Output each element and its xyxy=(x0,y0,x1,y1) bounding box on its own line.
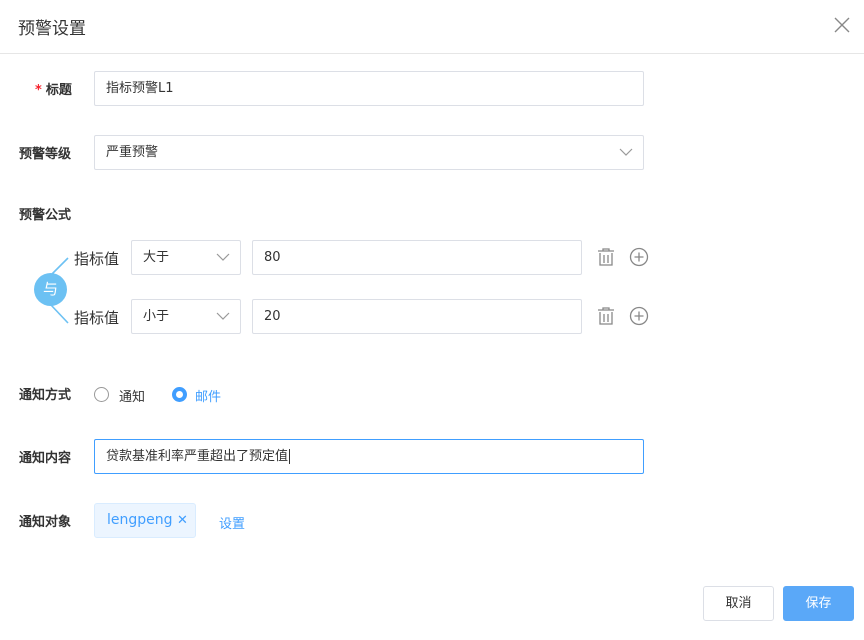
target-tag: lengpeng ✕ xyxy=(94,503,196,538)
notify-content-label: 通知内容 xyxy=(19,451,72,466)
required-mark: * xyxy=(35,83,42,98)
text-caret xyxy=(289,449,291,464)
notify-method-label: 通知方式 xyxy=(19,388,72,403)
warning-settings-dialog: 预警设置 * 标题 指标预警L1 预警等级 严重预警 预警公式 与 指标值 大于 … xyxy=(0,0,864,640)
dialog-header: 预警设置 xyxy=(0,0,864,54)
trash-icon[interactable] xyxy=(596,306,616,326)
target-tag-text: lengpeng xyxy=(107,512,173,528)
condition-2-operator-select[interactable]: 小于 xyxy=(131,299,241,334)
condition-2-value: 20 xyxy=(264,309,281,324)
condition-1-value: 80 xyxy=(264,250,281,265)
title-field-label: * 标题 xyxy=(35,79,72,98)
level-select[interactable]: 严重预警 xyxy=(94,135,644,170)
chevron-down-icon xyxy=(216,253,230,261)
close-icon[interactable] xyxy=(832,15,852,35)
title-input[interactable]: 指标预警L1 xyxy=(94,71,644,106)
dialog-title: 预警设置 xyxy=(18,19,86,39)
title-label-text: 标题 xyxy=(45,83,72,98)
chevron-down-icon xyxy=(619,148,633,156)
title-input-value: 指标预警L1 xyxy=(106,81,174,96)
set-target-link[interactable]: 设置 xyxy=(219,513,245,532)
condition-2-label: 指标值 xyxy=(74,309,120,327)
tag-close-icon[interactable]: ✕ xyxy=(177,504,188,537)
trash-icon[interactable] xyxy=(596,247,616,267)
condition-1-operator-select[interactable]: 大于 xyxy=(131,240,241,275)
notify-content-input[interactable]: 贷款基准利率严重超出了预定值 xyxy=(94,439,644,474)
radio-notice-label[interactable]: 通知 xyxy=(119,386,145,405)
add-circle-icon[interactable] xyxy=(629,306,649,326)
condition-1-value-input[interactable]: 80 xyxy=(252,240,582,275)
radio-notice[interactable] xyxy=(94,387,109,402)
radio-email[interactable] xyxy=(172,387,187,402)
cancel-button[interactable]: 取消 xyxy=(703,586,774,621)
formula-label: 预警公式 xyxy=(19,208,72,223)
notify-content-value: 贷款基准利率严重超出了预定值 xyxy=(106,449,289,464)
and-connector-badge[interactable]: 与 xyxy=(34,273,67,306)
condition-2-operator-value: 小于 xyxy=(143,309,170,324)
condition-1-label: 指标值 xyxy=(74,250,120,268)
save-button[interactable]: 保存 xyxy=(783,586,854,621)
condition-1-operator-value: 大于 xyxy=(143,250,170,265)
add-circle-icon[interactable] xyxy=(629,247,649,267)
chevron-down-icon xyxy=(216,312,230,320)
level-label: 预警等级 xyxy=(19,147,72,162)
radio-email-label[interactable]: 邮件 xyxy=(195,386,221,405)
notify-target-label: 通知对象 xyxy=(19,515,72,530)
condition-2-value-input[interactable]: 20 xyxy=(252,299,582,334)
level-select-value: 严重预警 xyxy=(106,145,159,160)
